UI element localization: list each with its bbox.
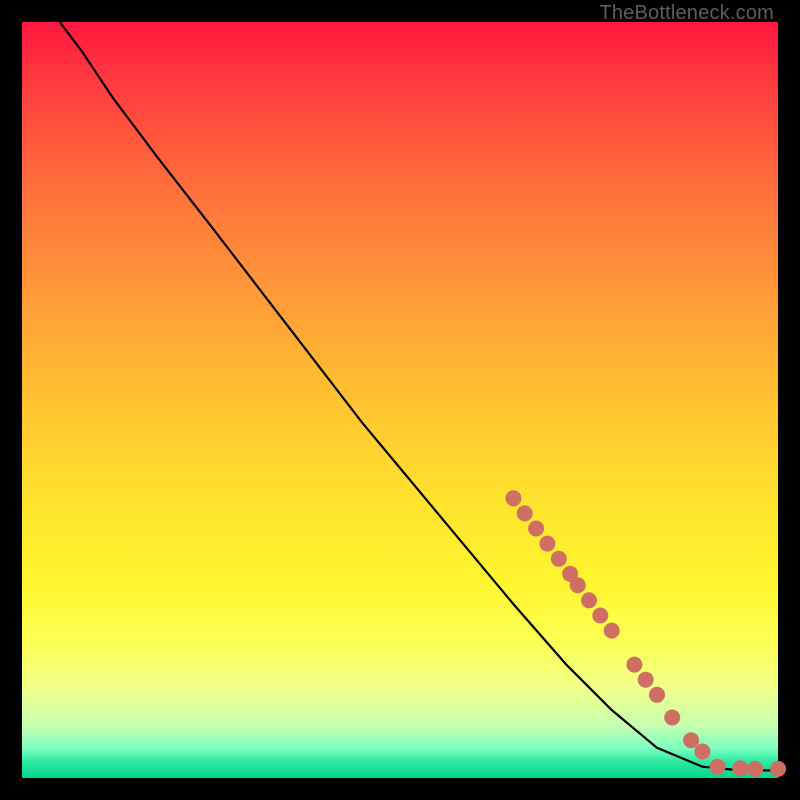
chart-dot xyxy=(710,759,726,775)
chart-dot xyxy=(638,672,654,688)
chart-curve xyxy=(60,22,778,770)
chart-overlay xyxy=(22,22,778,778)
chart-dot xyxy=(732,760,748,776)
chart-dot xyxy=(517,505,533,521)
chart-dots xyxy=(505,490,786,777)
chart-dot xyxy=(664,710,680,726)
chart-dot xyxy=(581,592,597,608)
chart-dot xyxy=(539,536,555,552)
chart-dot xyxy=(551,551,567,567)
chart-dot xyxy=(770,761,786,777)
chart-dot xyxy=(694,744,710,760)
chart-dot xyxy=(683,732,699,748)
chart-dot xyxy=(626,657,642,673)
chart-dot xyxy=(592,608,608,624)
chart-dot xyxy=(505,490,521,506)
chart-dot xyxy=(747,761,763,777)
chart-dot xyxy=(649,687,665,703)
chart-dot xyxy=(528,521,544,537)
chart-dot xyxy=(570,577,586,593)
chart-dot xyxy=(604,623,620,639)
